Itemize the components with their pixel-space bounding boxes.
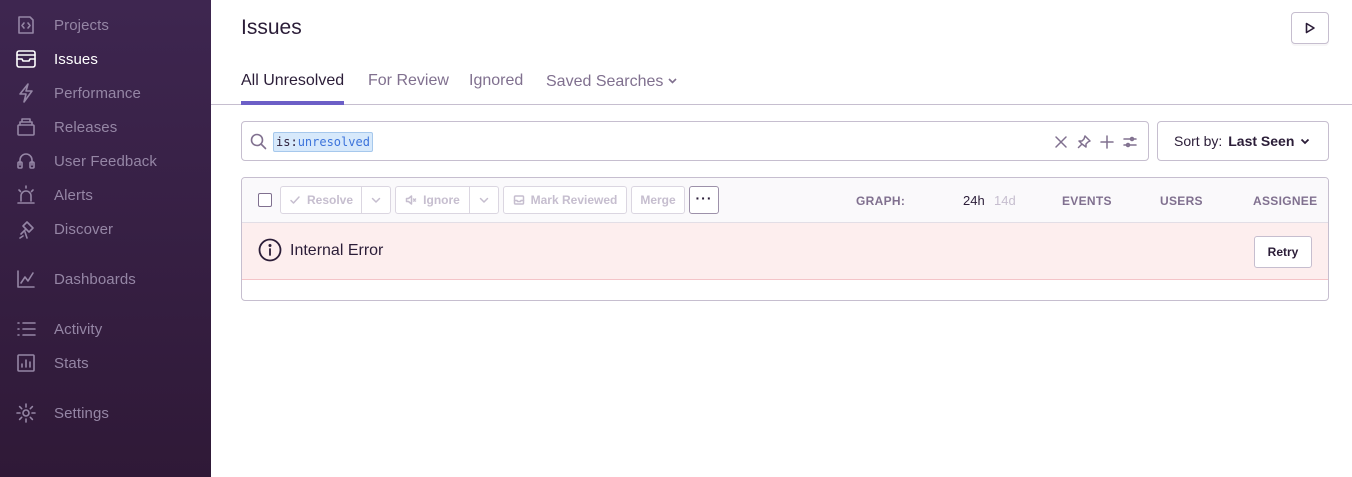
tab-ignored[interactable]: Ignored bbox=[469, 72, 523, 105]
issues-panel: Resolve Ignore Mark Reviewed Merge ··· G… bbox=[241, 177, 1329, 301]
tab-label: For Review bbox=[368, 72, 449, 89]
ignore-label: Ignore bbox=[423, 193, 460, 207]
search-icon bbox=[250, 133, 267, 155]
retry-button[interactable]: Retry bbox=[1254, 236, 1312, 268]
inbox-icon bbox=[513, 194, 525, 206]
token-value: unresolved bbox=[297, 135, 370, 149]
pin-icon[interactable] bbox=[1076, 134, 1092, 150]
sidebar-item-label: Stats bbox=[54, 354, 89, 372]
merge-button[interactable]: Merge bbox=[631, 186, 685, 214]
ignore-dropdown-button[interactable] bbox=[469, 186, 499, 214]
chevron-down-icon bbox=[667, 73, 678, 91]
sidebar-item-discover[interactable]: Discover bbox=[0, 214, 211, 244]
projects-icon bbox=[15, 14, 37, 36]
sort-value: Last Seen bbox=[1228, 133, 1295, 149]
resolve-label: Resolve bbox=[306, 193, 354, 207]
issues-icon bbox=[15, 48, 37, 70]
sidebar-item-label: Performance bbox=[54, 84, 141, 102]
sidebar-item-dashboards[interactable]: Dashboards bbox=[0, 264, 211, 294]
tab-label: All Unresolved bbox=[241, 72, 345, 89]
sort-prefix: Sort by: bbox=[1174, 133, 1223, 149]
search-input[interactable]: is:unresolved bbox=[241, 121, 1149, 161]
token-key: is: bbox=[276, 135, 298, 149]
chevron-down-icon bbox=[370, 194, 382, 206]
sidebar-item-label: Projects bbox=[54, 16, 109, 34]
more-actions-button[interactable]: ··· bbox=[689, 186, 719, 214]
select-all-checkbox[interactable] bbox=[258, 193, 272, 207]
sidebar-item-performance[interactable]: Performance bbox=[0, 78, 211, 108]
discover-icon bbox=[15, 218, 37, 240]
performance-icon bbox=[15, 82, 37, 104]
merge-label: Merge bbox=[640, 193, 676, 207]
resolve-dropdown-button[interactable] bbox=[361, 186, 391, 214]
check-icon bbox=[289, 194, 301, 206]
page-title: Issues bbox=[241, 16, 302, 39]
sidebar-item-activity[interactable]: Activity bbox=[0, 314, 211, 344]
info-icon bbox=[258, 238, 282, 262]
activity-icon bbox=[15, 318, 37, 340]
issues-toolbar: Resolve Ignore Mark Reviewed Merge ··· G… bbox=[242, 178, 1328, 223]
sidebar-item-projects[interactable]: Projects bbox=[0, 10, 211, 40]
stats-icon bbox=[15, 352, 37, 374]
tab-all-unresolved[interactable]: All Unresolved bbox=[241, 72, 345, 105]
error-banner: Internal Error Retry bbox=[242, 223, 1328, 280]
alerts-icon bbox=[15, 184, 37, 206]
play-button[interactable] bbox=[1291, 12, 1329, 44]
chevron-down-icon bbox=[478, 194, 490, 206]
sidebar: Projects Issues Performance Releases Use… bbox=[0, 0, 211, 477]
sidebar-item-label: Dashboards bbox=[54, 270, 136, 288]
users-column-label: USERS bbox=[1160, 194, 1203, 208]
user-feedback-icon bbox=[15, 150, 37, 172]
sliders-icon[interactable] bbox=[1122, 134, 1138, 150]
assignee-column-label: ASSIGNEE bbox=[1253, 194, 1318, 208]
settings-icon bbox=[15, 402, 37, 424]
chevron-down-icon bbox=[1300, 136, 1310, 146]
sidebar-item-label: Settings bbox=[54, 404, 109, 422]
mark-reviewed-button[interactable]: Mark Reviewed bbox=[503, 186, 627, 214]
sidebar-item-alerts[interactable]: Alerts bbox=[0, 180, 211, 210]
events-column-label: EVENTS bbox=[1062, 194, 1112, 208]
sidebar-item-label: Discover bbox=[54, 220, 114, 238]
sidebar-item-stats[interactable]: Stats bbox=[0, 348, 211, 378]
sidebar-item-issues[interactable]: Issues bbox=[0, 44, 211, 74]
add-icon[interactable] bbox=[1099, 134, 1115, 150]
sidebar-item-user-feedback[interactable]: User Feedback bbox=[0, 146, 211, 176]
sidebar-item-label: Activity bbox=[54, 320, 103, 338]
sidebar-item-settings[interactable]: Settings bbox=[0, 398, 211, 428]
mark-reviewed-label: Mark Reviewed bbox=[530, 193, 618, 207]
sort-dropdown[interactable]: Sort by: Last Seen bbox=[1157, 121, 1329, 161]
sidebar-item-label: Alerts bbox=[54, 186, 93, 204]
releases-icon bbox=[15, 116, 37, 138]
issue-tabs: All Unresolved For Review Ignored Saved … bbox=[211, 60, 1352, 105]
dashboards-icon bbox=[15, 268, 37, 290]
error-message: Internal Error bbox=[290, 242, 384, 259]
range-24h[interactable]: 24h bbox=[963, 193, 985, 208]
clear-search-icon[interactable] bbox=[1053, 134, 1069, 150]
sidebar-item-label: User Feedback bbox=[54, 152, 158, 170]
resolve-button[interactable]: Resolve bbox=[280, 186, 362, 214]
ellipsis-icon: ··· bbox=[695, 189, 713, 206]
sidebar-item-label: Releases bbox=[54, 118, 118, 136]
ignore-button[interactable]: Ignore bbox=[395, 186, 470, 214]
range-14d[interactable]: 14d bbox=[994, 193, 1016, 208]
tab-for-review[interactable]: For Review bbox=[368, 72, 449, 105]
tab-label: Saved Searches bbox=[546, 73, 664, 91]
sidebar-item-releases[interactable]: Releases bbox=[0, 112, 211, 142]
graph-column-label: GRAPH: bbox=[856, 194, 906, 208]
play-icon bbox=[1304, 22, 1316, 34]
tab-saved-searches[interactable]: Saved Searches bbox=[546, 73, 678, 106]
search-token[interactable]: is:unresolved bbox=[273, 132, 373, 152]
tab-label: Ignored bbox=[469, 72, 524, 89]
sidebar-item-label: Issues bbox=[54, 50, 98, 68]
mute-icon bbox=[405, 194, 417, 206]
